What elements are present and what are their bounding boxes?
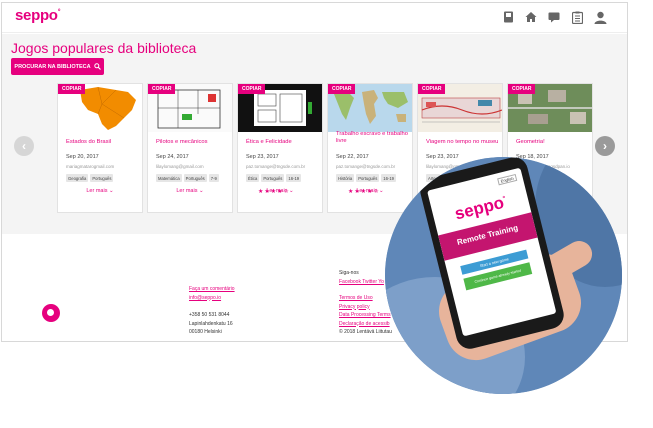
- card-date: Sep 24, 2017: [156, 154, 189, 160]
- copy-badge[interactable]: COPIAR: [58, 84, 86, 94]
- street-address: Lapinlahdenkatu 16: [189, 320, 233, 327]
- footer-contact: Faça um comentário info@seppo.io +358 50…: [189, 285, 235, 337]
- tag: Ética: [246, 174, 260, 182]
- card-title[interactable]: Ética e Felicidade: [246, 139, 322, 146]
- seppo-logo[interactable]: seppo°: [15, 7, 60, 24]
- seppo-footer-logo: [42, 304, 60, 322]
- card-author: paz.tomange@tngsde.com.br: [246, 164, 306, 169]
- language-select[interactable]: English: [497, 173, 518, 186]
- tag: Português: [356, 174, 380, 182]
- tag: 7-9: [208, 174, 219, 182]
- tag: Português: [261, 174, 285, 182]
- copy-badge[interactable]: COPIAR: [148, 84, 176, 94]
- copyright: © 2018 Lentävä Liitutau: [339, 329, 392, 335]
- tag: Português: [90, 174, 114, 182]
- chevron-down-icon: ⌄: [379, 188, 384, 194]
- card-title[interactable]: Estados do Brasil: [66, 139, 142, 146]
- carousel-prev-button[interactable]: ‹: [14, 136, 34, 156]
- tag: 16-19: [286, 174, 302, 182]
- card-date: Sep 23, 2017: [246, 154, 279, 160]
- read-more-link[interactable]: Ler mais ⌄: [238, 188, 322, 194]
- card-date: Sep 20, 2017: [66, 154, 99, 160]
- search-library-label: PROCURAR NA BIBLIOTECA: [14, 63, 91, 70]
- copy-badge[interactable]: COPIAR: [238, 84, 266, 94]
- follow-label: Siga-nos: [339, 270, 359, 276]
- card-tags: Ética Português 16-19: [246, 174, 322, 182]
- city-address: 00180 Helsinki: [189, 329, 222, 335]
- game-card[interactable]: COPIAR Ética e Felicidade Sep 23, 2017 p…: [237, 83, 323, 213]
- book-icon[interactable]: [501, 10, 515, 24]
- card-title[interactable]: Geometria!: [516, 139, 592, 146]
- home-icon[interactable]: [524, 10, 538, 24]
- chat-icon[interactable]: [547, 10, 561, 24]
- accessibility-link[interactable]: Declaração de acessib: [339, 320, 392, 329]
- read-more-link[interactable]: Ler mais ⌄: [58, 188, 142, 194]
- chevron-down-icon: ⌄: [289, 188, 294, 194]
- read-more-link[interactable]: Ler mais ⌄: [148, 188, 232, 194]
- user-icon[interactable]: [593, 10, 607, 24]
- top-bar: seppo°: [2, 3, 627, 33]
- tag: Matemática: [156, 174, 182, 182]
- card-title[interactable]: Pilotos e mecânicos: [156, 139, 232, 146]
- card-author: mariagmatarogmail.com: [66, 164, 115, 169]
- footer-links: Siga-nos Facebook Twitter Yo Termos de U…: [339, 269, 392, 337]
- comment-link[interactable]: Faça um comentário: [189, 285, 235, 294]
- card-title[interactable]: Viagem no tempo no museu: [426, 139, 502, 146]
- tag: Português: [183, 174, 207, 182]
- card-tags: Matemática Português 7-9: [156, 174, 232, 182]
- phone-photo: English seppo° Remote Training Start a n…: [385, 157, 622, 394]
- data-processing-link[interactable]: Data Processing Terms: [339, 311, 392, 320]
- game-card[interactable]: COPIAR Pilotos e mecânicos Sep 24, 2017 …: [147, 83, 233, 213]
- social-links[interactable]: Facebook Twitter Yo: [339, 278, 392, 287]
- card-date: Sep 22, 2017: [336, 154, 369, 160]
- tag: Geografia: [66, 174, 89, 182]
- search-icon: [93, 63, 101, 70]
- copy-badge[interactable]: COPIAR: [508, 84, 536, 94]
- tag: História: [336, 174, 355, 182]
- copy-badge[interactable]: COPIAR: [328, 84, 356, 94]
- email-link[interactable]: info@seppo.io: [189, 294, 235, 303]
- chevron-down-icon: ⌄: [109, 188, 114, 194]
- chevron-down-icon: ⌄: [199, 188, 204, 194]
- phone-number: +358 50 531 8044: [189, 312, 230, 318]
- carousel-next-button[interactable]: ›: [595, 136, 615, 156]
- card-author: lilaylomang@gmail.com: [156, 164, 204, 169]
- page-title: Jogos populares da biblioteca: [11, 40, 197, 56]
- terms-link[interactable]: Termos de Uso: [339, 294, 392, 303]
- game-card[interactable]: COPIAR Estados do Brasil Sep 20, 2017 ma…: [57, 83, 143, 213]
- copy-badge[interactable]: COPIAR: [418, 84, 446, 94]
- top-icons: [501, 10, 607, 24]
- card-tags: Geografia Português: [66, 174, 142, 182]
- search-library-button[interactable]: PROCURAR NA BIBLIOTECA: [11, 58, 104, 75]
- card-title[interactable]: Trabalho escravo e trabalho livre: [336, 131, 412, 145]
- clipboard-icon[interactable]: [570, 10, 584, 24]
- privacy-link[interactable]: Privacy policy: [339, 303, 392, 312]
